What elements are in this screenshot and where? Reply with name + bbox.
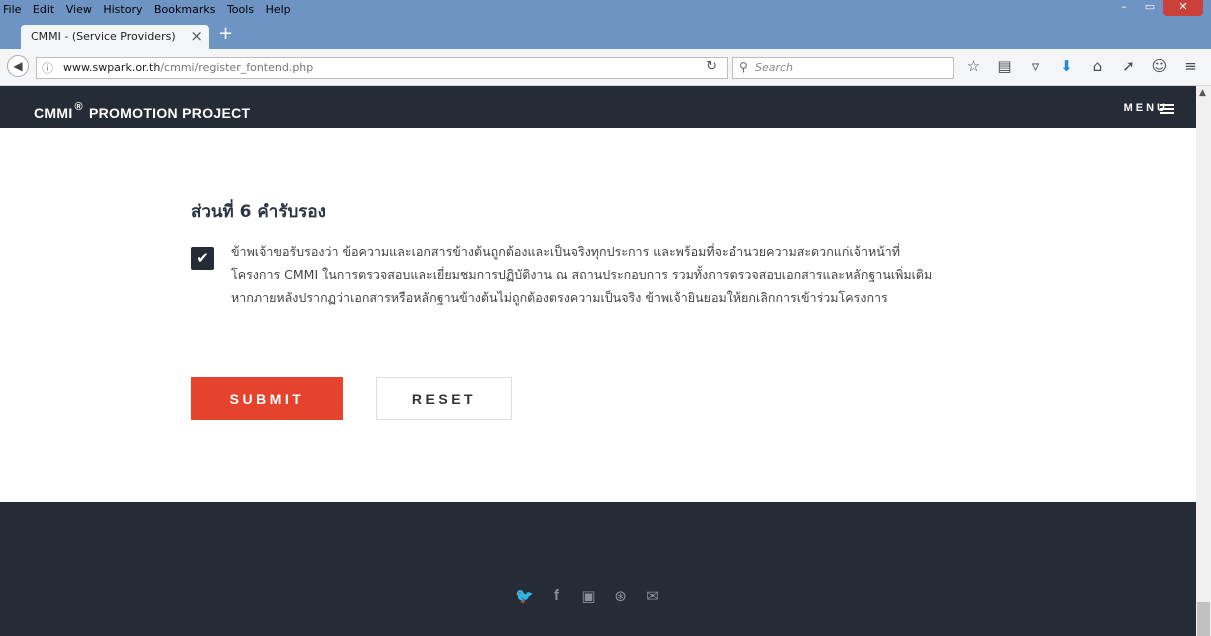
mail-icon[interactable]: ✉ <box>641 587 664 605</box>
dribbble-icon[interactable]: ⊛ <box>609 587 632 605</box>
menu-file[interactable]: File <box>3 3 21 16</box>
new-tab-button[interactable]: + <box>218 25 233 43</box>
menu-history[interactable]: History <box>103 3 142 16</box>
site-footer <box>0 502 1196 636</box>
menu-view[interactable]: View <box>66 3 92 16</box>
tab-close-icon[interactable]: × <box>190 27 203 45</box>
menu-help[interactable]: Help <box>266 3 291 16</box>
page-scrollbar[interactable]: ▲ <box>1196 86 1211 636</box>
back-arrow-icon: ◀ <box>13 59 23 73</box>
hamburger-menu-icon[interactable]: ≡ <box>1175 57 1206 75</box>
certification-line: ข้าพเจ้าขอรับรองว่า ข้อความและเอกสารข้าง… <box>231 244 901 259</box>
menu-hamburger-icon[interactable] <box>1160 104 1174 114</box>
tab-title: CMMI - (Service Providers) <box>31 30 176 43</box>
menu-tools[interactable]: Tools <box>227 3 254 16</box>
certification-line: โครงการ CMMI ในการตรวจสอบและเยี่ยมชมการป… <box>231 267 933 282</box>
pocket-icon[interactable]: ▿ <box>1020 57 1051 75</box>
site-info-icon[interactable]: ⓘ <box>42 60 53 76</box>
reading-list-icon[interactable]: ▤ <box>989 57 1020 75</box>
bookmark-star-icon[interactable]: ☆ <box>958 57 989 75</box>
twitter-icon[interactable]: 🐦 <box>513 587 536 605</box>
certification-text: ข้าพเจ้าขอรับรองว่า ข้อความและเอกสารข้าง… <box>231 240 1031 309</box>
scrollbar-thumb[interactable] <box>1197 602 1210 636</box>
facebook-icon[interactable]: f <box>545 587 568 605</box>
menu-bar: File Edit View History Bookmarks Tools H… <box>0 0 1211 20</box>
minimize-button[interactable]: – <box>1111 0 1137 16</box>
smiley-icon[interactable]: ☺ <box>1144 57 1175 75</box>
instagram-icon[interactable]: ▣ <box>577 587 600 605</box>
back-button[interactable]: ◀ <box>7 55 29 77</box>
brand-logo[interactable]: CMMI ® PROMOTION PROJECT <box>34 101 250 121</box>
reset-button[interactable]: RESET <box>376 377 512 420</box>
search-input[interactable]: ⚲ Search <box>732 57 954 79</box>
maximize-button[interactable]: ▭ <box>1137 0 1163 16</box>
social-links: 🐦 f ▣ ⊛ ✉ <box>513 587 673 605</box>
menu-edit[interactable]: Edit <box>33 3 54 16</box>
checkmark-icon: ✔ <box>196 249 209 267</box>
tab-strip: CMMI - (Service Providers) × <box>0 20 1211 49</box>
search-icon: ⚲ <box>739 60 748 74</box>
scroll-up-icon[interactable]: ▲ <box>1199 88 1206 98</box>
url-text: www.swpark.or.th/cmmi/register_fontend.p… <box>63 61 314 74</box>
url-bar[interactable]: ⓘ www.swpark.or.th/cmmi/register_fontend… <box>36 57 728 79</box>
certification-line: หากภายหลังปรากฏว่าเอกสารหรือหลักฐานข้างต… <box>231 290 888 305</box>
menu-bookmarks[interactable]: Bookmarks <box>154 3 215 16</box>
search-placeholder: Search <box>755 61 794 74</box>
section-title: ส่วนที่ 6 คำรับรอง <box>191 202 326 222</box>
submit-button[interactable]: SUBMIT <box>191 377 343 420</box>
window-close-button[interactable]: ✕ <box>1163 0 1203 16</box>
nav-toolbar: ◀ ⓘ www.swpark.or.th/cmmi/register_fonte… <box>0 49 1211 86</box>
home-icon[interactable]: ⌂ <box>1082 57 1113 75</box>
download-icon[interactable]: ⬇ <box>1051 57 1082 75</box>
reload-icon[interactable]: ↻ <box>706 59 717 74</box>
site-header: CMMI ® PROMOTION PROJECT MENU <box>0 86 1196 128</box>
certify-checkbox[interactable]: ✔ <box>191 247 214 270</box>
send-icon[interactable]: ➚ <box>1113 57 1144 75</box>
browser-tab[interactable]: CMMI - (Service Providers) × <box>21 25 209 49</box>
